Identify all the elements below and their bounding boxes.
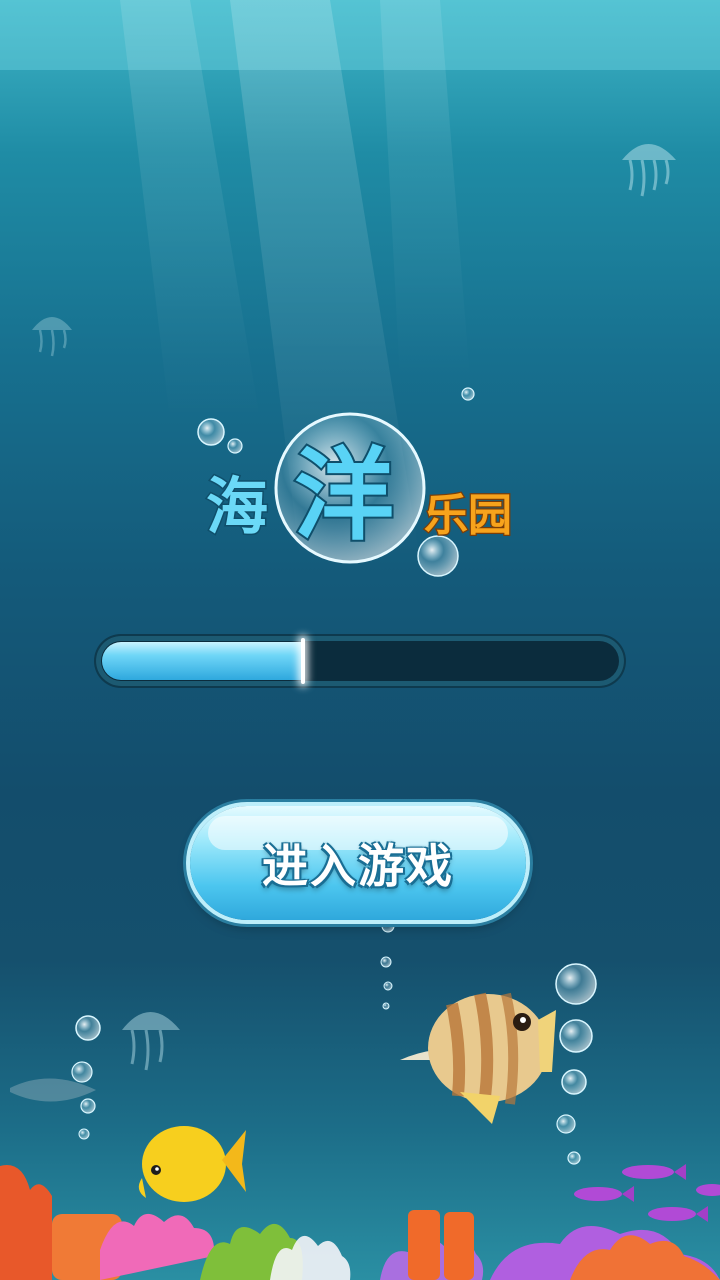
purple-fish-icon [574, 1164, 720, 1222]
enter-game-button[interactable]: 进入游戏 [190, 806, 526, 920]
loading-progress-bar [96, 636, 624, 686]
jellyfish-icon [32, 317, 72, 357]
jellyfish-icon [622, 144, 676, 197]
game-title-logo: 海 洋 乐园 [205, 412, 513, 564]
title-char-park: 乐园 [424, 490, 512, 541]
jellyfish-icon [122, 1012, 180, 1071]
title-char-sea: 海 [206, 470, 268, 543]
butterflyfish-icon [400, 992, 556, 1124]
enter-game-label: 进入游戏 [262, 839, 454, 893]
loading-progress-glow [301, 638, 305, 684]
coral-reef-icon [0, 1165, 720, 1280]
loading-progress-fill [102, 642, 303, 680]
title-char-ocean: 洋 [294, 437, 394, 554]
yellow-tang-icon [138, 1126, 246, 1202]
